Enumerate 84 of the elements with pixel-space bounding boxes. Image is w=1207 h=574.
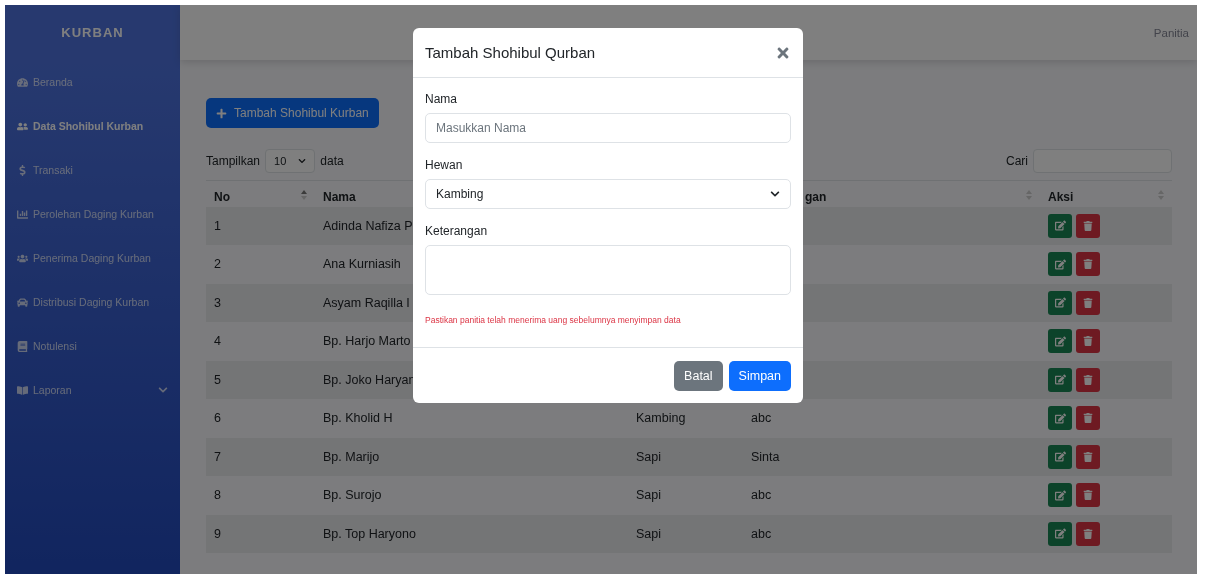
sort-icon[interactable] (301, 190, 307, 200)
trash-icon (1083, 297, 1093, 308)
users-icon (17, 120, 28, 132)
chevron-icon (770, 189, 780, 199)
edit-icon (1054, 489, 1066, 501)
sidebar-item[interactable]: Perolehan Daging Kurban (5, 192, 180, 236)
sidebar-item[interactable]: Notulensi (5, 324, 180, 368)
chevron-icon (298, 157, 307, 165)
column-header[interactable]: No (206, 180, 315, 207)
column-header[interactable]: Aksi (1040, 180, 1172, 207)
edit-icon (1054, 412, 1066, 424)
delete-button[interactable] (1076, 444, 1100, 469)
sidebar-item[interactable]: Distribusi Daging Kurban (5, 280, 180, 324)
edit-button[interactable] (1048, 483, 1072, 508)
edit-button[interactable] (1048, 521, 1072, 546)
delete-button[interactable] (1076, 252, 1100, 277)
trash-icon (1083, 220, 1093, 231)
edit-icon (1054, 374, 1066, 386)
plus-icon (216, 107, 227, 119)
delete-button[interactable] (1076, 213, 1100, 238)
field-label: Nama (425, 92, 458, 106)
edit-icon (1054, 451, 1066, 463)
edit-button[interactable] (1048, 406, 1072, 431)
table-cell: abc (743, 476, 1040, 515)
trash-icon (1083, 259, 1093, 270)
sidebar-item[interactable]: Beranda (5, 60, 180, 104)
gauge-icon (17, 76, 28, 88)
edit-button[interactable] (1048, 444, 1072, 469)
edit-icon (1054, 297, 1066, 309)
trash-icon (1083, 451, 1093, 462)
cancel-button[interactable]: Batal (674, 360, 723, 391)
select-field[interactable]: Kambing (425, 179, 791, 209)
table-cell: Bp. Surojo (315, 476, 628, 515)
table-cell: 4 (206, 322, 315, 361)
table-cell: Kambing (628, 399, 743, 438)
table-cell: abc (743, 399, 1040, 438)
delete-button[interactable] (1076, 406, 1100, 431)
edit-button[interactable] (1048, 252, 1072, 277)
add-button[interactable]: Tambah Shohibul Kurban (206, 98, 379, 128)
edit-button[interactable] (1048, 290, 1072, 315)
table-cell: 2 (206, 245, 315, 284)
table-cell: 8 (206, 476, 315, 515)
chart-icon (17, 208, 28, 220)
table-cell: Ana Kurniasih (315, 245, 628, 284)
dollar-icon (17, 164, 28, 176)
people-icon (17, 252, 28, 264)
brand-title: KURBAN (60, 24, 125, 42)
sidebar-item[interactable]: Laporan (5, 368, 180, 412)
edit-button[interactable] (1048, 367, 1072, 392)
delete-button[interactable] (1076, 367, 1100, 392)
length-label: data (320, 154, 344, 168)
edit-icon (1054, 528, 1066, 540)
car-icon (17, 296, 28, 308)
input-field[interactable]: Masukkan Nama (425, 113, 791, 143)
user-name[interactable]: Panitia (1153, 26, 1189, 39)
delete-button[interactable] (1076, 290, 1100, 315)
save-button[interactable]: Simpan (728, 360, 791, 391)
trash-icon (1083, 490, 1093, 501)
trash-icon (1083, 336, 1093, 347)
trash-icon (1083, 528, 1093, 539)
edit-button[interactable] (1048, 329, 1072, 354)
search-label: Cari (1006, 154, 1028, 168)
field-label: Hewan (425, 158, 464, 172)
field-label: Keterangan (425, 224, 489, 238)
open-book-icon (17, 384, 28, 396)
length-label: Tampilkan (206, 154, 261, 168)
edit-icon (1054, 220, 1066, 232)
delete-button[interactable] (1076, 521, 1100, 546)
sidebar-item[interactable]: Penerima Daging Kurban (5, 236, 180, 280)
sidebar-item[interactable]: Data Shohibul Kurban (5, 104, 180, 148)
sidebar-item[interactable]: Transaki (5, 148, 180, 192)
table-cell: 6 (206, 399, 315, 438)
edit-icon (1054, 258, 1066, 270)
trash-icon (1083, 374, 1093, 385)
length-select[interactable]: 10 (265, 149, 316, 173)
edit-button[interactable] (1048, 213, 1072, 238)
table-cell: Bp. Kholid H (315, 399, 628, 438)
table-cell: Sapi (628, 476, 743, 515)
modal-title: Tambah Shohibul Qurban (425, 44, 596, 61)
book-icon (17, 340, 28, 352)
edit-icon (1054, 335, 1066, 347)
delete-button[interactable] (1076, 483, 1100, 508)
trash-icon (1083, 413, 1093, 424)
delete-button[interactable] (1076, 329, 1100, 354)
